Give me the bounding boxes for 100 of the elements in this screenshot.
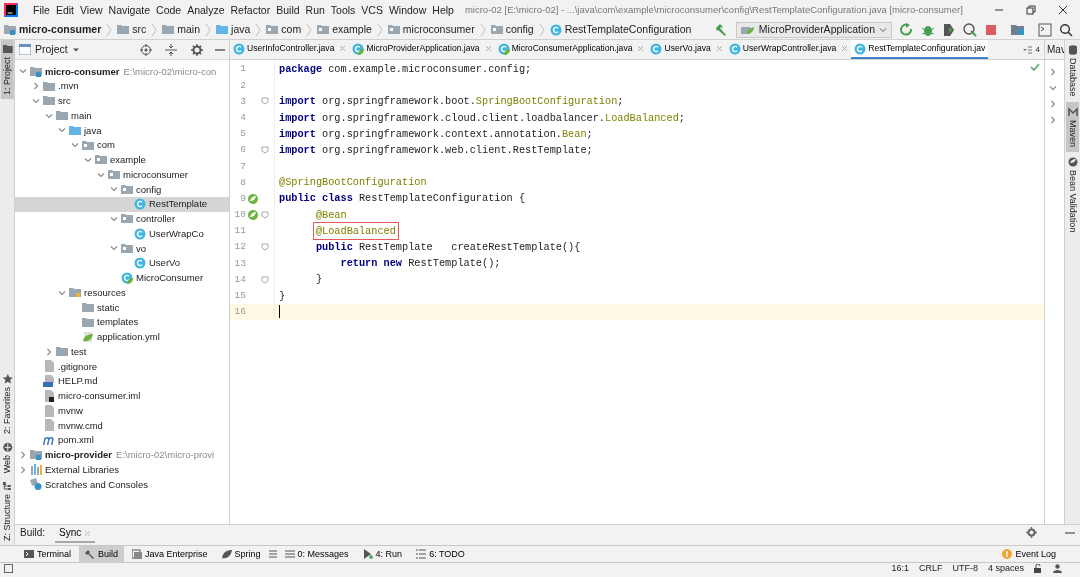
menu-item[interactable]: File [30, 3, 53, 17]
code-line: import org.springframework.context.annotation.Bean; [279, 127, 593, 140]
code-line: public RestTemplate createRestTemplate(){ [314, 241, 581, 254]
menu-item[interactable]: Run [302, 3, 328, 17]
tree-item[interactable]: Scratches and Consoles [15, 477, 229, 492]
tree-item[interactable]: micro-provider E:\micro-02\micro-provi [15, 447, 229, 463]
tree-item[interactable]: micro-consumer.iml [15, 388, 229, 404]
tree-item[interactable]: UserVo [15, 255, 229, 271]
tree-item[interactable]: micro-consumer E:\micro-02\micro-con [15, 64, 229, 79]
menu-item[interactable]: View [77, 3, 106, 17]
tool-window-button[interactable]: Java Enterprise [126, 545, 214, 563]
tree-item[interactable]: mvnw [15, 403, 229, 418]
tree-item[interactable]: .gitignore [15, 359, 229, 374]
tree-item[interactable]: src [15, 93, 229, 109]
menu-item[interactable]: Refactor [227, 3, 274, 17]
module-path: E:\micro-02\micro-con [123, 65, 217, 78]
tool-window-tab[interactable]: Maven [1066, 101, 1079, 152]
editor-tab[interactable]: UserVo.java [647, 40, 726, 59]
menu-item[interactable]: Window [385, 3, 430, 17]
line-number: 13 [233, 257, 246, 270]
tool-window-button[interactable]: 4: Run [356, 545, 409, 563]
tool-window-button[interactable]: Terminal [18, 545, 77, 563]
tool-window-button[interactable]: Build [79, 545, 125, 563]
breadcrumb-item[interactable]: micro-consumer [19, 23, 102, 36]
tree-item[interactable]: java [15, 123, 229, 138]
tool-window-tab[interactable]: 1: Project [0, 40, 14, 100]
code-line: public class RestTemplateConfiguration { [279, 192, 526, 205]
tool-window-button[interactable]: Spring [215, 545, 267, 563]
tool-window-button[interactable]: 6: TODO [410, 545, 471, 563]
tool-window-tab[interactable]: Bean Validation [1066, 151, 1079, 237]
tree-item[interactable]: HELP.md [15, 373, 229, 389]
line-number: 8 [239, 176, 246, 189]
tool-window-tab[interactable]: Web [0, 437, 14, 477]
cursor-position[interactable]: 16:1 [891, 562, 909, 574]
line-number: 1 [239, 63, 246, 75]
editor-tab[interactable]: UserWrapController.java [725, 40, 852, 59]
editor-tab[interactable]: MicroProviderApplication.java [349, 40, 495, 59]
panel-tab[interactable]: Sync [55, 527, 96, 543]
breadcrumb-item[interactable]: java [231, 23, 251, 36]
breadcrumb-item[interactable]: microconsumer [402, 23, 475, 36]
menu-item[interactable]: Code [153, 3, 185, 17]
editor-tab[interactable]: UserInfoController.java [230, 40, 350, 59]
line-number: 2 [239, 79, 246, 91]
breadcrumb-item[interactable]: config [505, 23, 534, 36]
tree-item[interactable]: controller [15, 211, 229, 227]
tool-window-button[interactable]: 0: Messages [278, 545, 355, 563]
tree-item[interactable]: main [15, 108, 229, 123]
view-selector[interactable]: Project [35, 43, 80, 56]
line-separator[interactable]: CRLF [918, 562, 943, 574]
tool-window-tab[interactable]: Z: Structure [0, 477, 14, 545]
code-line: package com.example.microconsumer.config; [279, 62, 532, 76]
tree-item[interactable]: .mvn [15, 78, 229, 94]
tree-item[interactable]: com [15, 137, 229, 153]
line-number: 14 [233, 273, 246, 286]
tree-item[interactable]: resources [15, 285, 229, 300]
code-line: import org.springframework.boot.SpringBootConfiguration; [279, 95, 624, 108]
line-number: 3 [239, 95, 246, 108]
tree-item[interactable]: example [15, 152, 229, 168]
breadcrumb-item[interactable]: RestTemplateConfiguration [564, 23, 692, 36]
tree-item[interactable]: RestTemplate [15, 196, 229, 212]
tree-item[interactable]: UserWrapCo [15, 226, 229, 241]
code-line: import org.springframework.web.client.RestTemplate; [279, 143, 593, 157]
menu-item[interactable]: Build [273, 3, 303, 17]
panel-title: Build: [20, 527, 45, 539]
tree-item[interactable]: application.yml [15, 329, 229, 345]
tree-item[interactable]: test [15, 344, 229, 359]
window-title: micro-02 [E:\micro-02] - ...\java\com\example\microconsumer\config\RestTemplateConfiguration.java [micro-consumer] [464, 4, 963, 16]
code-line: import org.springframework.cloud.client.loadbalancer.LoadBalanced; [279, 111, 685, 124]
menu-item[interactable]: VCS [358, 3, 386, 17]
tree-item[interactable]: mvnw.cmd [15, 418, 229, 433]
menu-item[interactable]: Help [429, 3, 457, 17]
run-configuration-dropdown[interactable]: MicroProviderApplication [735, 21, 892, 38]
line-number: 9 [239, 192, 246, 205]
code-line: return new RestTemplate(); [339, 257, 501, 270]
tool-window-tab[interactable]: 2: Favorites [0, 369, 14, 438]
tree-item[interactable]: pom.xml [15, 432, 229, 448]
tree-item[interactable]: templates [15, 314, 229, 330]
breadcrumb-item[interactable]: com [281, 23, 302, 36]
menu-item[interactable]: Tools [327, 3, 359, 17]
menu-item[interactable]: Analyze [184, 3, 228, 17]
tree-item[interactable]: vo [15, 241, 229, 256]
event-log-button[interactable]: Event Log [996, 545, 1062, 563]
tree-item[interactable]: External Libraries [15, 462, 229, 477]
editor-tab[interactable]: RestTemplateConfiguration.jav [851, 40, 989, 59]
breadcrumb-item[interactable]: src [132, 23, 147, 36]
menu-item[interactable]: Navigate [105, 3, 154, 17]
breadcrumb-item[interactable]: main [177, 23, 201, 36]
tree-item[interactable]: MicroConsumer [15, 270, 229, 286]
menu-item[interactable]: Edit [52, 3, 77, 17]
line-number: 4 [239, 111, 246, 124]
breadcrumb-item[interactable]: example [332, 23, 372, 36]
tool-window-tab[interactable]: Database [1066, 40, 1079, 102]
indent-setting[interactable]: 4 spaces [987, 562, 1024, 574]
tree-item[interactable]: microconsumer [15, 167, 229, 182]
tab-overflow-button[interactable]: 4 [1018, 40, 1044, 59]
file-encoding[interactable]: UTF-8 [952, 562, 978, 574]
editor-tab[interactable]: MicroConsumerApplication.java [494, 40, 648, 59]
code-line: } [314, 273, 323, 286]
tree-item[interactable]: config [15, 182, 229, 197]
tree-item[interactable]: static [15, 300, 229, 315]
